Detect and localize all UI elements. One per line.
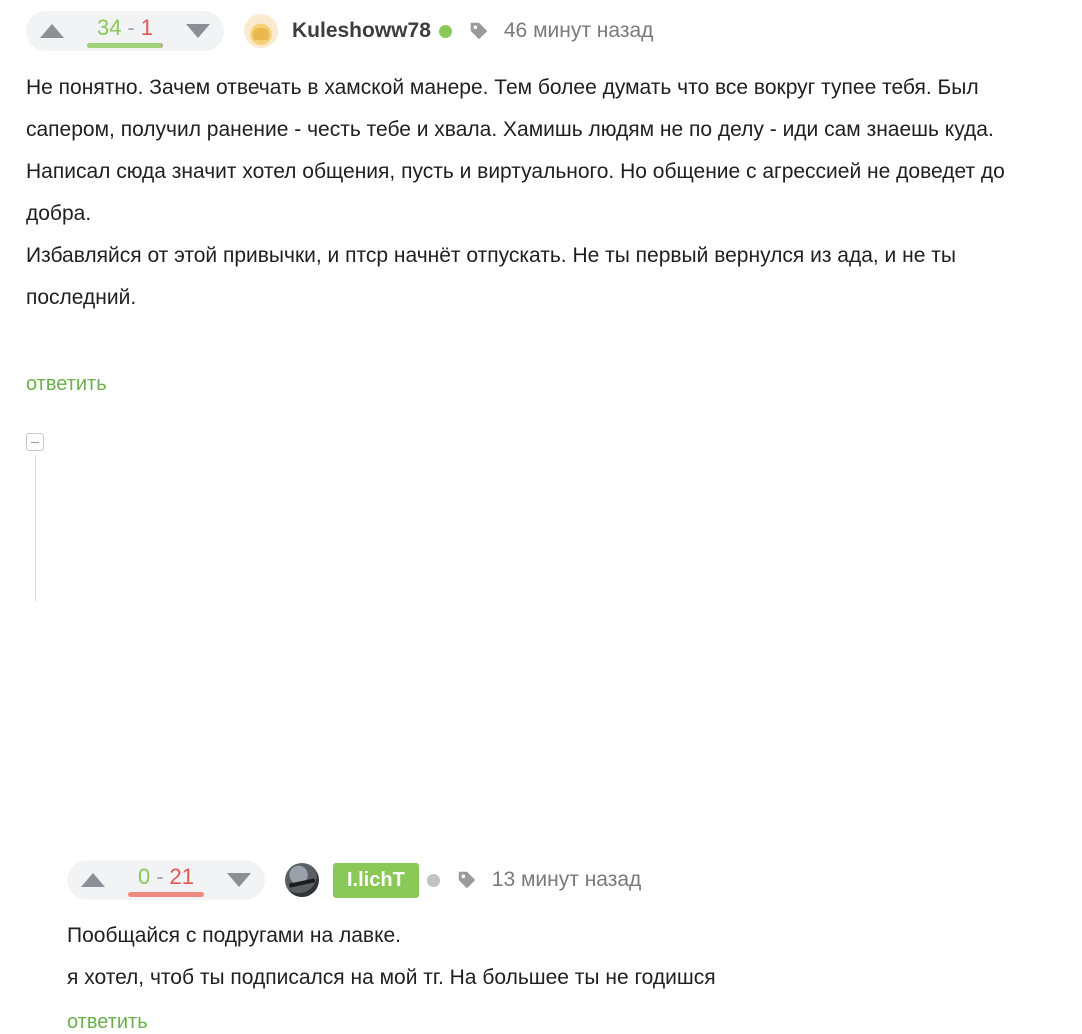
rating-plus: 34 <box>96 15 122 40</box>
downvote-icon[interactable] <box>186 24 210 38</box>
rating-bar-minus <box>128 892 204 897</box>
thread-line[interactable] <box>35 455 36 601</box>
comment-paragraph: Написал сюда значит хотел общения, пусть… <box>26 160 1005 225</box>
tag-icon[interactable] <box>468 20 490 42</box>
downvote-icon[interactable] <box>227 873 251 887</box>
comment-time[interactable]: 46 минут назад <box>504 19 654 43</box>
rating-separator: - <box>127 15 135 40</box>
rating-bar-minus <box>160 43 163 48</box>
upvote-icon[interactable] <box>40 24 64 38</box>
rating-score: 34-1 <box>97 17 153 39</box>
comment-paragraph: Пообщайся с подругами на лавке. <box>67 924 402 947</box>
comment-text: Не понятно. Зачем отвечать в хамской ман… <box>26 67 1066 319</box>
reply-link[interactable]: ответить <box>26 373 107 396</box>
comment-header: 34-1 Kuleshoww78 46 минут назад <box>26 11 653 51</box>
rating-bar <box>87 43 163 48</box>
comment-header: 0-21 I.lichT 13 минут назад <box>67 860 641 900</box>
rating-minus: 1 <box>140 15 154 40</box>
rating-separator: - <box>156 864 164 889</box>
tag-icon[interactable] <box>456 869 478 891</box>
collapse-thread-icon[interactable] <box>26 433 44 451</box>
rating-widget: 34-1 <box>26 11 224 51</box>
rating-minus: 21 <box>169 864 195 889</box>
comment-time[interactable]: 13 минут назад <box>492 868 642 892</box>
author-name[interactable]: Kuleshoww78 <box>292 19 431 43</box>
comment-paragraph: я хотел, чтоб ты подписался на мой тг. Н… <box>67 966 716 989</box>
rating-widget: 0-21 <box>67 860 265 900</box>
online-status-icon <box>438 24 452 38</box>
reply-link[interactable]: ответить <box>67 1011 148 1034</box>
avatar[interactable] <box>244 14 278 48</box>
rating-bar <box>128 892 204 897</box>
rating-plus: 0 <box>137 864 151 889</box>
offline-status-icon <box>426 873 440 887</box>
avatar[interactable] <box>285 863 319 897</box>
comment-paragraph: Не понятно. Зачем отвечать в хамской ман… <box>26 76 994 141</box>
upvote-icon[interactable] <box>81 873 105 887</box>
rating-bar-plus <box>87 43 161 48</box>
rating-score: 0-21 <box>138 866 194 888</box>
comment-paragraph: Избавляйся от этой привычки, и птср начн… <box>26 244 956 309</box>
comment-text: Пообщайся с подругами на лавке. я хотел,… <box>67 915 1067 999</box>
author-name[interactable]: I.lichT <box>333 862 419 898</box>
